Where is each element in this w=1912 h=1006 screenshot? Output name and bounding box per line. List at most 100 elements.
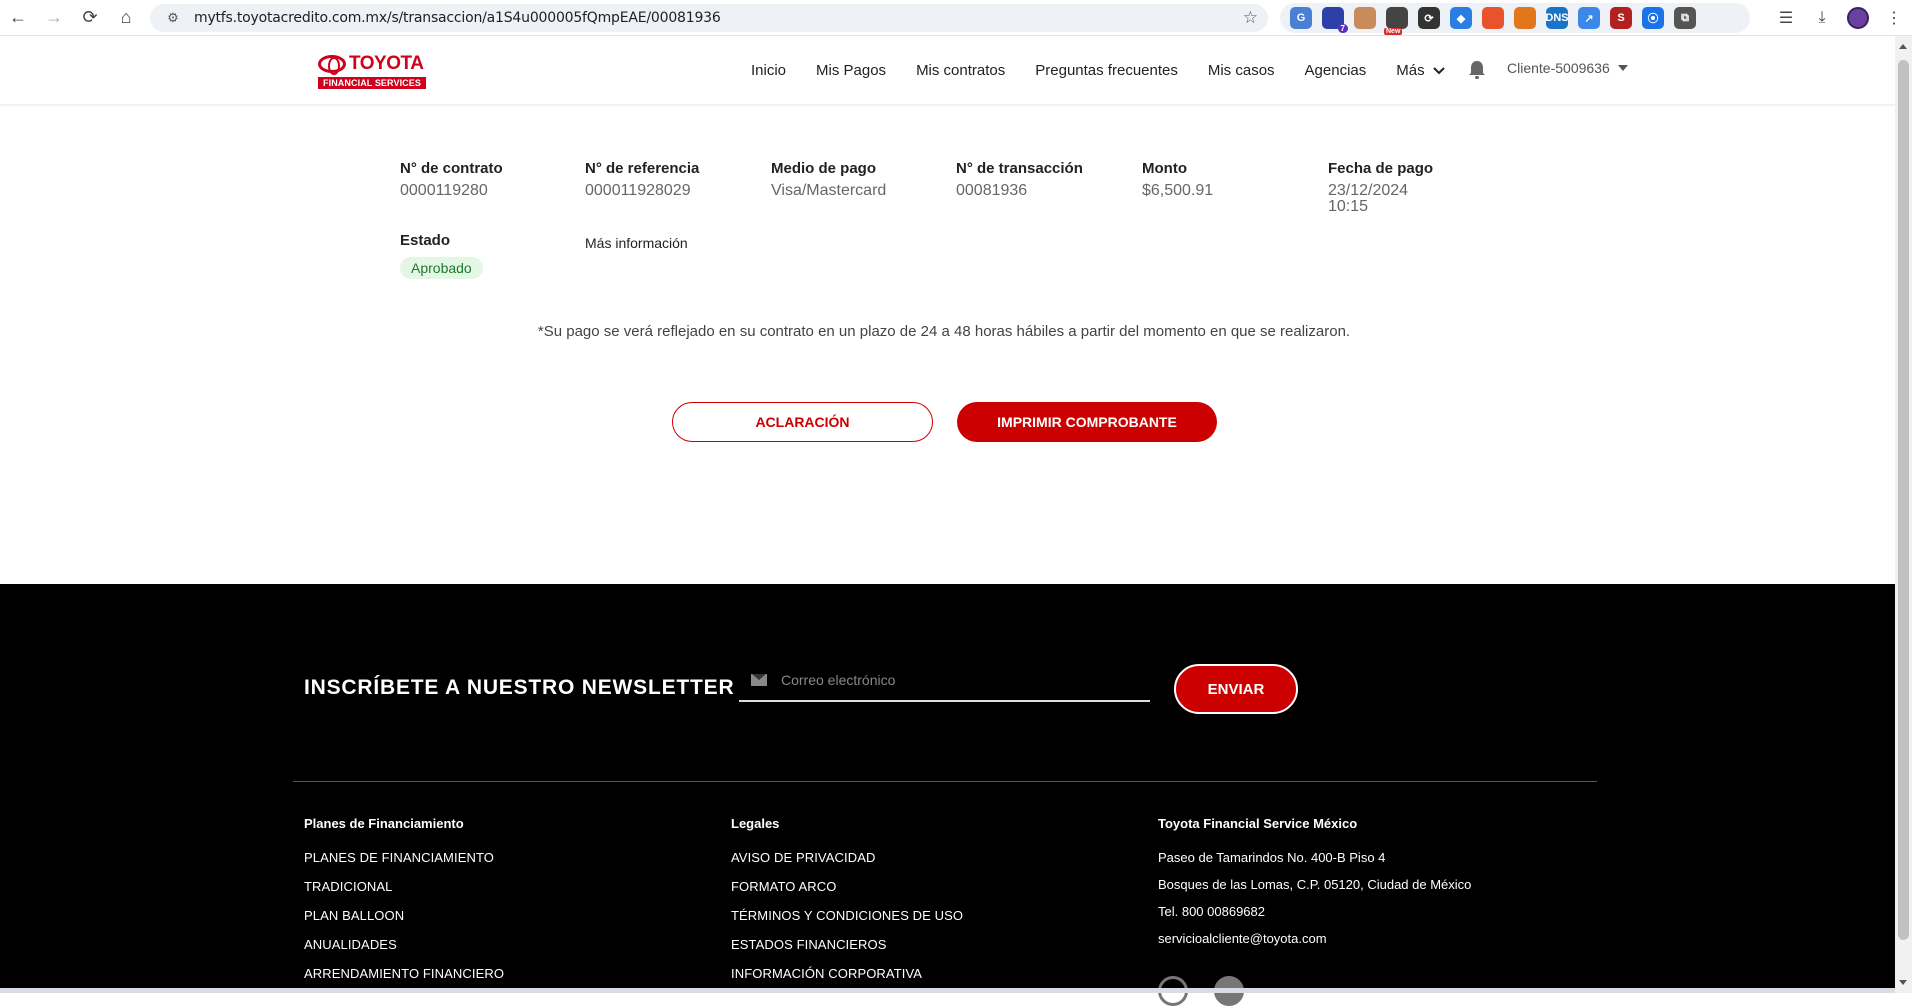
footer-divider [293, 781, 1597, 782]
waves-extension-icon[interactable]: ⦿ [1642, 7, 1664, 29]
download-icon[interactable]: ⤓ [1804, 0, 1840, 36]
newsletter-send-button[interactable]: ENVIAR [1174, 664, 1298, 714]
clarification-button[interactable]: ACLARACIÓN [672, 402, 933, 442]
toyota-financial-logo[interactable]: TOYOTA FINANCIAL SERVICES [318, 53, 428, 91]
footer-link-aviso-privacidad[interactable]: AVISO DE PRIVACIDAD [731, 850, 963, 865]
payment-date-value: 23/12/2024 [1328, 182, 1409, 199]
status-label: Estado [400, 232, 451, 249]
browser-menu-icon[interactable]: ⋮ [1876, 0, 1912, 36]
fox-extension-icon[interactable] [1514, 7, 1536, 29]
fire-extension-icon[interactable] [1482, 7, 1504, 29]
page-scrollbar[interactable] [1895, 36, 1912, 993]
reference-value: 000011928029 [585, 182, 691, 199]
puzzle-extension-icon[interactable]: ⧉ [1674, 7, 1696, 29]
scroll-down-icon[interactable] [1899, 980, 1907, 985]
back-icon[interactable]: ← [0, 0, 36, 36]
newsletter-title: INSCRÍBETE A NUESTRO NEWSLETTER [304, 676, 735, 699]
footer-address-line-2: Bosques de las Lomas, C.P. 05120, Ciudad… [1158, 877, 1472, 892]
scrollbar-thumb[interactable] [1898, 60, 1909, 940]
new-extension-icon[interactable]: New [1384, 7, 1408, 35]
nav-item-mis-casos[interactable]: Mis casos [1208, 62, 1275, 79]
mail-icon [751, 674, 767, 686]
footer-col-legal: Legales AVISO DE PRIVACIDAD FORMATO ARCO… [731, 816, 963, 995]
scroll-up-icon[interactable] [1899, 44, 1907, 49]
status-field: Estado Aprobado [400, 232, 483, 279]
footer-link-plan-balloon[interactable]: PLAN BALLOON [304, 908, 504, 923]
url-text[interactable]: mytfs.toyotacredito.com.mx/s/transaccion… [194, 10, 721, 26]
translate-extension-icon[interactable]: G [1290, 7, 1312, 29]
profile-avatar[interactable] [1840, 0, 1876, 36]
nav-item-mas[interactable]: Más [1396, 62, 1445, 79]
amount-value: $6,500.91 [1142, 182, 1214, 199]
newsletter-email-input[interactable] [781, 672, 1121, 688]
s-extension-icon[interactable]: S [1610, 7, 1632, 29]
hat-extension-icon[interactable]: 7 [1322, 7, 1348, 33]
footer-link-arrendamiento[interactable]: ARRENDAMIENTO FINANCIERO [304, 966, 504, 981]
more-info-link[interactable]: Más información [585, 235, 688, 251]
window-bottom-edge [0, 988, 1895, 993]
tag-extension-icon[interactable]: ◆ [1450, 7, 1472, 29]
amount-label: Monto [1142, 160, 1187, 177]
site-footer: INSCRÍBETE A NUESTRO NEWSLETTER ENVIAR P… [0, 584, 1895, 1006]
footer-link-tradicional[interactable]: TRADICIONAL [304, 879, 504, 894]
reload-icon[interactable]: ⟳ [72, 0, 108, 36]
caret-down-icon [1617, 65, 1628, 71]
transaction-number-value: 00081936 [956, 182, 1028, 199]
print-receipt-button[interactable]: IMPRIMIR COMPROBANTE [957, 402, 1217, 442]
footer-col-financing: Planes de Financiamiento PLANES DE FINAN… [304, 816, 504, 995]
footer-link-info-corporativa[interactable]: INFORMACIÓN CORPORATIVA [731, 966, 963, 981]
nav-item-mis-contratos[interactable]: Mis contratos [916, 62, 1005, 79]
footer-address-line-1: Paseo de Tamarindos No. 400-B Piso 4 [1158, 850, 1386, 865]
dns-extension-icon[interactable]: DNS [1545, 7, 1569, 29]
transaction-number-label: N° de transacción [956, 160, 1083, 177]
chevron-down-icon [1432, 66, 1445, 74]
client-menu[interactable]: Cliente-5009636 [1507, 60, 1628, 76]
processing-notice: *Su pago se verá reflejado en su contrat… [537, 323, 1351, 340]
refresh-extension-icon[interactable]: ⟳ [1418, 7, 1440, 29]
nav-item-preguntas-frecuentes[interactable]: Preguntas frecuentes [1035, 62, 1178, 79]
face-extension-icon[interactable] [1354, 7, 1376, 29]
payment-date-label: Fecha de pago [1328, 160, 1434, 177]
footer-link-estados-financieros[interactable]: ESTADOS FINANCIEROS [731, 937, 963, 952]
site-settings-icon[interactable]: ⚙ [164, 9, 182, 27]
footer-phone: Tel. 800 00869682 [1158, 904, 1265, 919]
amount-field: Monto $6,500.91 [1142, 160, 1322, 199]
footer-col-title: Toyota Financial Service México [1158, 816, 1358, 831]
footer-col-contact: Toyota Financial Service México Paseo de… [1158, 816, 1471, 958]
extension-badge: 7 [1337, 24, 1348, 33]
new-badge: New [1384, 28, 1403, 35]
toyota-emblem-icon [318, 55, 346, 75]
home-icon[interactable]: ⌂ [108, 0, 144, 36]
notification-bell-icon[interactable] [1468, 60, 1486, 80]
browser-toolbar: ← → ⟳ ⌂ ⚙ mytfs.toyotacredito.com.mx/s/t… [0, 0, 1912, 36]
logo-wordmark: TOYOTA [349, 53, 424, 74]
contract-field: N° de contrato 0000119280 [400, 160, 580, 199]
footer-email[interactable]: servicioalcliente@toyota.com [1158, 931, 1471, 946]
payment-time-value: 10:15 [1328, 198, 1369, 215]
footer-link-planes[interactable]: PLANES DE FINANCIAMIENTO [304, 850, 504, 865]
payment-method-label: Medio de pago [771, 160, 876, 177]
forward-icon[interactable]: → [36, 0, 72, 36]
payment-method-field: Medio de pago Visa/Mastercard [771, 160, 951, 199]
logo-subtitle: FINANCIAL SERVICES [318, 77, 426, 89]
reference-field: N° de referencia 000011928029 [585, 160, 765, 199]
footer-col-title: Planes de Financiamiento [304, 816, 464, 831]
footer-link-formato-arco[interactable]: FORMATO ARCO [731, 879, 963, 894]
newsletter-email-field[interactable] [739, 660, 1150, 702]
contract-label: N° de contrato [400, 160, 503, 177]
media-control-icon[interactable]: ☰ [1768, 0, 1804, 36]
address-bar[interactable]: ⚙ mytfs.toyotacredito.com.mx/s/transacci… [150, 4, 1268, 32]
nav-item-agencias[interactable]: Agencias [1305, 62, 1367, 79]
bookmark-star-icon[interactable]: ☆ [1243, 8, 1258, 28]
footer-link-anualidades[interactable]: ANUALIDADES [304, 937, 504, 952]
extensions-tray: G 7 New ⟳ ◆ DNS ↗ S ⦿ ⧉ [1280, 3, 1750, 35]
link-extension-icon[interactable]: ↗ [1578, 7, 1600, 29]
reference-label: N° de referencia [585, 160, 700, 177]
nav-item-inicio[interactable]: Inicio [751, 62, 786, 79]
status-badge: Aprobado [400, 257, 483, 279]
footer-link-terminos[interactable]: TÉRMINOS Y CONDICIONES DE USO [731, 908, 963, 923]
client-id: Cliente-5009636 [1507, 60, 1610, 76]
payment-method-value: Visa/Mastercard [771, 182, 887, 199]
nav-item-mis-pagos[interactable]: Mis Pagos [816, 62, 886, 79]
main-nav: Inicio Mis Pagos Mis contratos Preguntas… [751, 36, 1445, 105]
